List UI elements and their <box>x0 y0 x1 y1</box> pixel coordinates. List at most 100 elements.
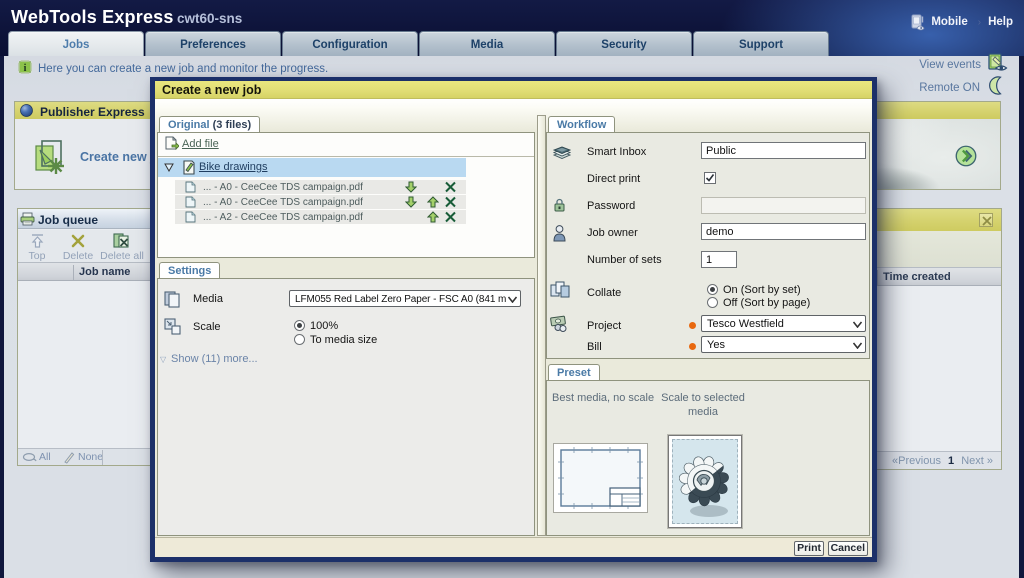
mobile-link[interactable]: Mobile <box>931 16 967 28</box>
show-more-link[interactable]: ▽ Show (11) more... <box>171 353 258 365</box>
pagination-previous[interactable]: «Previous <box>892 455 941 467</box>
media-select-value: LFM055 Red Label Zero Paper - FSC A0 (84… <box>295 294 507 305</box>
required-dot <box>689 343 696 350</box>
job-owner-label: Job owner <box>587 227 638 239</box>
number-of-sets-input[interactable] <box>701 251 737 268</box>
project-select[interactable]: Tesco Westfield <box>701 315 866 332</box>
add-file-icon[interactable] <box>164 136 179 151</box>
settings-tab-label: Settings <box>168 265 211 277</box>
cancel-button[interactable]: Cancel <box>828 541 868 556</box>
remove-file-icon[interactable] <box>444 211 457 223</box>
collate-off-radio[interactable] <box>707 297 718 308</box>
tab-media[interactable]: Media <box>419 31 555 56</box>
required-dot <box>689 322 696 329</box>
column-job-name[interactable]: Job name <box>79 266 130 278</box>
bill-select[interactable]: Yes <box>701 336 866 353</box>
chevron-down-icon <box>853 342 862 349</box>
file-group-link[interactable]: Bike drawings <box>199 161 267 173</box>
file-stack-icon <box>182 160 196 175</box>
file-group-row[interactable]: Bike drawings <box>158 158 466 177</box>
delete-all-button[interactable]: Delete all <box>90 233 154 262</box>
tree-expand-icon[interactable] <box>164 163 174 172</box>
tab-security[interactable]: Security <box>556 31 692 56</box>
project-icon <box>549 314 571 332</box>
move-up-icon[interactable] <box>427 196 439 208</box>
close-icon[interactable] <box>979 213 993 227</box>
direct-print-checkbox[interactable] <box>704 172 716 184</box>
smart-inbox-input[interactable] <box>701 142 866 159</box>
direct-print-label: Direct print <box>587 173 640 185</box>
original-tab-label: Original <box>168 119 210 131</box>
view-events-link[interactable]: View events <box>919 59 981 71</box>
brand-title: WebTools Express <box>11 7 174 28</box>
lock-icon <box>553 198 566 213</box>
tab-jobs[interactable]: Jobs <box>8 31 144 56</box>
create-job-dialog: Create a new job Original (3 files) Add … <box>150 77 877 562</box>
print-button[interactable]: Print <box>794 541 824 556</box>
remove-file-icon[interactable] <box>444 181 457 193</box>
dialog-body: Original (3 files) Add file <box>155 99 872 537</box>
tab-preferences[interactable]: Preferences <box>145 31 281 56</box>
add-file-link[interactable]: Add file <box>182 138 219 150</box>
move-down-icon[interactable] <box>405 196 417 208</box>
info-icon: i <box>18 60 33 76</box>
delete-all-icon <box>90 233 154 249</box>
collate-off-label: Off (Sort by page) <box>723 297 810 309</box>
move-up-icon[interactable] <box>427 211 439 223</box>
job-queue-title: Job queue <box>38 213 98 227</box>
media-label: Media <box>193 293 223 305</box>
mobile-icon <box>909 14 927 32</box>
separator <box>158 156 534 157</box>
collate-on-label: On (Sort by set) <box>723 284 801 296</box>
scale-fit-radio[interactable] <box>294 334 305 345</box>
expand-more-icon: ▽ <box>160 355 166 364</box>
create-new-job-icon[interactable] <box>31 137 69 175</box>
file-row[interactable]: ... - A0 - CeeCee TDS campaign.pdf <box>175 180 466 194</box>
original-section-tab: Original (3 files) <box>159 116 260 133</box>
media-select[interactable]: LFM055 Red Label Zero Paper - FSC A0 (84… <box>289 290 521 307</box>
column-divider <box>877 270 878 285</box>
bill-label: Bill <box>587 341 602 353</box>
info-text: Here you can create a new job and monito… <box>38 63 328 75</box>
app-header: WebTools Express cwt60-sns Mobile › Help… <box>0 0 1024 56</box>
collate-on-radio[interactable] <box>707 284 718 295</box>
column-time-created[interactable]: Time created <box>883 271 951 283</box>
select-none-icon[interactable] <box>62 451 76 464</box>
remove-file-icon[interactable] <box>444 196 457 208</box>
preset-tab-label: Preset <box>557 367 591 379</box>
document-icon <box>185 211 196 223</box>
select-all-link[interactable]: All <box>39 451 51 463</box>
move-down-icon[interactable] <box>405 181 417 193</box>
help-link[interactable]: Help <box>988 16 1013 28</box>
smart-inbox-icon <box>551 143 573 161</box>
pagination-next[interactable]: Next » <box>961 455 993 467</box>
select-all-icon[interactable] <box>22 451 37 464</box>
top-icon <box>20 233 54 249</box>
tab-configuration[interactable]: Configuration <box>282 31 418 56</box>
project-label: Project <box>587 320 621 332</box>
preset-scale-thumbnail-inner <box>672 439 738 524</box>
delete-label: Delete <box>63 250 93 262</box>
preset-best-media-thumbnail[interactable] <box>553 443 648 513</box>
dialog-title: Create a new job <box>162 83 261 97</box>
remote-on-icon[interactable] <box>988 76 1005 95</box>
file-row[interactable]: ... - A0 - CeeCee TDS campaign.pdf <box>175 195 466 209</box>
forward-icon[interactable] <box>955 145 977 167</box>
delete-all-label: Delete all <box>100 250 144 262</box>
preset-option2-line1: Scale to selected <box>661 392 745 404</box>
printer-icon <box>20 212 35 226</box>
top-button[interactable]: Top <box>20 233 54 262</box>
scale-label: Scale <box>193 321 221 333</box>
original-section: Add file Bike drawings <box>157 132 535 258</box>
job-owner-input[interactable] <box>701 223 866 240</box>
preset-scale-thumbnail[interactable] <box>668 435 742 528</box>
file-row[interactable]: ... - A2 - CeeCee TDS campaign.pdf <box>175 210 466 224</box>
tab-support[interactable]: Support <box>693 31 829 56</box>
workflow-section-tab: Workflow <box>548 116 615 133</box>
view-events-icon[interactable] <box>986 53 1010 74</box>
remote-on-link[interactable]: Remote ON <box>919 82 980 94</box>
scale-100-radio[interactable] <box>294 320 305 331</box>
scrollbar[interactable] <box>537 115 546 536</box>
scale-100-label: 100% <box>310 320 338 332</box>
select-none-link[interactable]: None <box>78 451 103 463</box>
